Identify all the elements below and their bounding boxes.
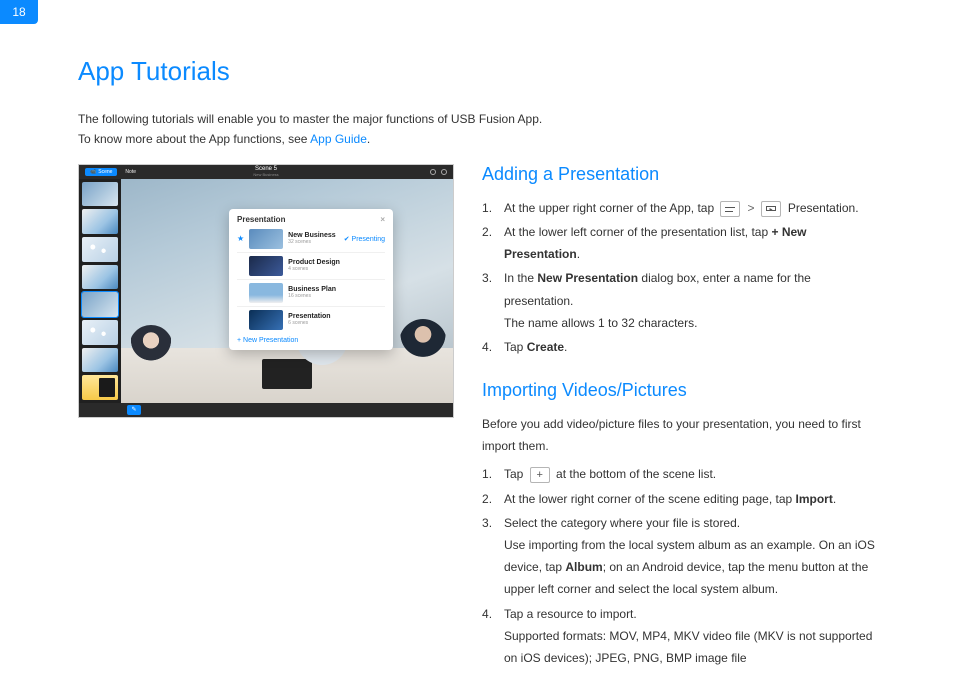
- check-icon: ✔ Presenting: [344, 235, 385, 243]
- note-badge: Note: [121, 168, 140, 176]
- scene-sidebar: [79, 179, 121, 403]
- adding-steps: At the upper right corner of the App, ta…: [482, 197, 882, 358]
- scene-subtitle: New Business: [253, 173, 278, 177]
- annotate-icon: ✎: [127, 405, 141, 415]
- step: At the lower right corner of the scene e…: [482, 488, 882, 510]
- sidebar-thumb: [82, 320, 118, 345]
- page-title: App Tutorials: [78, 56, 882, 87]
- step: Tap Create.: [482, 336, 882, 358]
- row-name: New Business: [288, 232, 339, 239]
- row-name: Product Design: [288, 259, 385, 266]
- sidebar-thumb: [82, 237, 118, 262]
- presentation-icon: [761, 201, 781, 217]
- intro-line2-suffix: .: [367, 132, 370, 146]
- importing-steps: Tap + at the bottom of the scene list. A…: [482, 463, 882, 669]
- star-icon: ★: [237, 234, 244, 243]
- menu-list-icon: [720, 201, 740, 217]
- row-sub: 4 scenes: [288, 266, 385, 272]
- app-guide-link[interactable]: App Guide: [310, 132, 367, 146]
- document-content: App Tutorials The following tutorials wi…: [0, 0, 954, 691]
- popup-row: ★Presentation6 scenes: [237, 307, 385, 333]
- row-thumb: [249, 283, 283, 303]
- popup-title: Presentation: [237, 215, 285, 224]
- presentation-popup: Presentation × ★ New Business32 scenes ✔ P…: [229, 209, 393, 350]
- sidebar-thumb: [82, 375, 118, 400]
- row-name: Business Plan: [288, 286, 385, 293]
- new-presentation-link: + New Presentation: [237, 333, 385, 344]
- sidebar-thumb: [82, 348, 118, 373]
- popup-row: ★ New Business32 scenes ✔ Presenting: [237, 226, 385, 253]
- intro-line1: The following tutorials will enable you …: [78, 112, 542, 126]
- intro-paragraph: The following tutorials will enable you …: [78, 109, 882, 150]
- step: At the upper right corner of the App, ta…: [482, 197, 882, 219]
- scene-preview: Presentation × ★ New Business32 scenes ✔ P…: [121, 179, 453, 403]
- sidebar-thumb: [82, 265, 118, 290]
- sidebar-thumb-selected: [82, 292, 118, 317]
- section-heading-adding: Adding a Presentation: [482, 164, 882, 185]
- importing-intro: Before you add video/picture files to yo…: [482, 413, 882, 457]
- app-screenshot: 📹 Scene Note Scene 5 New Business: [78, 164, 454, 418]
- step: At the lower left corner of the presenta…: [482, 221, 882, 265]
- row-thumb: [249, 310, 283, 330]
- app-bottombar: ✎: [79, 403, 453, 417]
- app-topbar: 📹 Scene Note Scene 5 New Business: [79, 165, 453, 179]
- menu-icon: [441, 169, 447, 175]
- row-sub: 32 scenes: [288, 239, 339, 245]
- popup-row: ★Product Design4 scenes: [237, 253, 385, 280]
- step: Select the category where your file is s…: [482, 512, 882, 601]
- scene-badge: 📹 Scene: [85, 168, 117, 176]
- step: In the New Presentation dialog box, ente…: [482, 267, 882, 334]
- plus-icon: +: [530, 467, 550, 483]
- step: Tap + at the bottom of the scene list.: [482, 463, 882, 485]
- intro-line2-prefix: To know more about the App functions, se…: [78, 132, 310, 146]
- row-thumb: [249, 229, 283, 249]
- popup-row: ★Business Plan16 scenes: [237, 280, 385, 307]
- page-number-tab: 18: [0, 0, 38, 24]
- sidebar-thumb: [82, 182, 118, 207]
- row-sub: 16 scenes: [288, 293, 385, 299]
- step: Tap a resource to import. Supported form…: [482, 603, 882, 670]
- sidebar-thumb: [82, 209, 118, 234]
- row-name: Presentation: [288, 313, 385, 320]
- row-sub: 6 scenes: [288, 320, 385, 326]
- close-icon: ×: [380, 215, 385, 224]
- section-heading-importing: Importing Videos/Pictures: [482, 380, 882, 401]
- gear-icon: [430, 169, 436, 175]
- row-thumb: [249, 256, 283, 276]
